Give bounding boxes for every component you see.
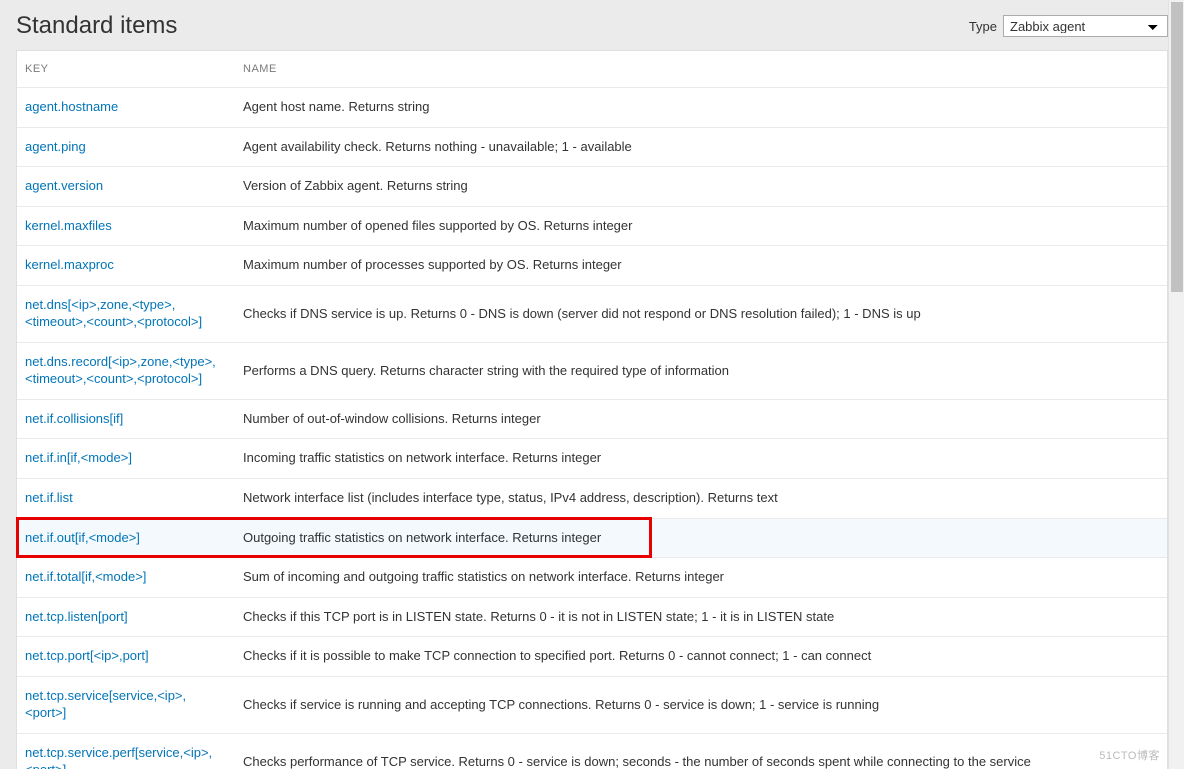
column-key: KEY (17, 51, 235, 88)
key-link[interactable]: net.dns.record[<ip>,zone,<type>,<timeout… (25, 354, 216, 387)
key-link[interactable]: kernel.maxproc (25, 257, 114, 272)
name-cell: Checks if service is running and accepti… (235, 676, 1167, 733)
table-row: net.if.total[if,<mode>] Sum of incoming a… (17, 558, 1167, 598)
table-row: net.if.collisions[if] Number of out-of-wi… (17, 399, 1167, 439)
name-cell: Network interface list (includes interfa… (235, 479, 1167, 519)
table-row: net.if.out[if,<mode>] Outgoing traffic st… (17, 518, 1167, 558)
name-cell: Checks if this TCP port is in LISTEN sta… (235, 597, 1167, 637)
key-link[interactable]: agent.version (25, 178, 103, 193)
table-row: net.if.in[if,<mode>] Incoming traffic sta… (17, 439, 1167, 479)
key-cell: agent.hostname (17, 88, 235, 128)
name-cell: Checks if DNS service is up. Returns 0 -… (235, 285, 1167, 342)
key-cell: net.if.out[if,<mode>] (17, 518, 235, 558)
table-row: agent.ping Agent availability check. Retu… (17, 127, 1167, 167)
vertical-scrollbar[interactable] (1168, 0, 1184, 769)
key-cell: net.if.collisions[if] (17, 399, 235, 439)
key-link[interactable]: net.if.total[if,<mode>] (25, 569, 146, 584)
table-row: agent.version Version of Zabbix agent. Re… (17, 167, 1167, 207)
name-cell: Sum of incoming and outgoing traffic sta… (235, 558, 1167, 598)
table-row: net.tcp.listen[port] Checks if this TCP p… (17, 597, 1167, 637)
key-link[interactable]: net.if.list (25, 490, 73, 505)
key-link[interactable]: net.if.in[if,<mode>] (25, 450, 132, 465)
name-cell: Incoming traffic statistics on network i… (235, 439, 1167, 479)
key-cell: net.tcp.service.perf[service,<ip>,<port>… (17, 733, 235, 769)
key-cell: kernel.maxfiles (17, 206, 235, 246)
key-cell: agent.version (17, 167, 235, 207)
key-link[interactable]: net.if.collisions[if] (25, 411, 123, 426)
name-cell: Maximum number of processes supported by… (235, 246, 1167, 286)
name-cell: Agent host name. Returns string (235, 88, 1167, 128)
name-cell: Outgoing traffic statistics on network i… (235, 518, 1167, 558)
column-name: NAME (235, 51, 1167, 88)
table-header-row: KEY NAME (17, 51, 1167, 88)
table-row: agent.hostname Agent host name. Returns s… (17, 88, 1167, 128)
key-link[interactable]: net.tcp.service[service,<ip>,<port>] (25, 688, 186, 721)
name-cell: Maximum number of opened files supported… (235, 206, 1167, 246)
name-cell: Checks if it is possible to make TCP con… (235, 637, 1167, 677)
name-cell: Number of out-of-window collisions. Retu… (235, 399, 1167, 439)
name-cell: Version of Zabbix agent. Returns string (235, 167, 1167, 207)
items-table: KEY NAME agent.hostname Agent host name. … (17, 51, 1167, 769)
key-link[interactable]: net.tcp.port[<ip>,port] (25, 648, 149, 663)
key-link[interactable]: agent.ping (25, 139, 86, 154)
watermark: 51CTO博客 (1099, 747, 1160, 763)
table-row: kernel.maxproc Maximum number of processe… (17, 246, 1167, 286)
table-row: net.tcp.port[<ip>,port] Checks if it is p… (17, 637, 1167, 677)
table-row: net.dns[<ip>,zone,<type>,<timeout>,<coun… (17, 285, 1167, 342)
key-link[interactable]: net.if.out[if,<mode>] (25, 530, 140, 545)
type-select[interactable]: Zabbix agent (1003, 15, 1168, 37)
key-cell: kernel.maxproc (17, 246, 235, 286)
key-cell: net.dns[<ip>,zone,<type>,<timeout>,<coun… (17, 285, 235, 342)
key-cell: net.tcp.service[service,<ip>,<port>] (17, 676, 235, 733)
key-link[interactable]: kernel.maxfiles (25, 218, 112, 233)
key-cell: net.tcp.listen[port] (17, 597, 235, 637)
table-row: net.tcp.service[service,<ip>,<port>] Chec… (17, 676, 1167, 733)
key-cell: net.if.list (17, 479, 235, 519)
table-row: kernel.maxfiles Maximum number of opened … (17, 206, 1167, 246)
table-row: net.tcp.service.perf[service,<ip>,<port>… (17, 733, 1167, 769)
key-link[interactable]: net.dns[<ip>,zone,<type>,<timeout>,<coun… (25, 297, 202, 330)
page-header: Standard items Type Zabbix agent (16, 8, 1168, 50)
key-cell: net.if.total[if,<mode>] (17, 558, 235, 598)
table-row: net.if.list Network interface list (inclu… (17, 479, 1167, 519)
key-cell: net.tcp.port[<ip>,port] (17, 637, 235, 677)
key-cell: net.dns.record[<ip>,zone,<type>,<timeout… (17, 342, 235, 399)
name-cell: Agent availability check. Returns nothin… (235, 127, 1167, 167)
type-label: Type (969, 19, 997, 34)
type-filter: Type Zabbix agent (969, 15, 1168, 37)
key-link[interactable]: net.tcp.listen[port] (25, 609, 128, 624)
name-cell: Checks performance of TCP service. Retur… (235, 733, 1167, 769)
name-cell: Performs a DNS query. Returns character … (235, 342, 1167, 399)
table-row: net.dns.record[<ip>,zone,<type>,<timeout… (17, 342, 1167, 399)
items-panel: KEY NAME agent.hostname Agent host name. … (16, 50, 1168, 769)
key-link[interactable]: net.tcp.service.perf[service,<ip>,<port>… (25, 745, 212, 769)
key-cell: agent.ping (17, 127, 235, 167)
key-cell: net.if.in[if,<mode>] (17, 439, 235, 479)
scrollbar-thumb[interactable] (1171, 2, 1183, 292)
page-title: Standard items (16, 12, 177, 40)
key-link[interactable]: agent.hostname (25, 99, 118, 114)
